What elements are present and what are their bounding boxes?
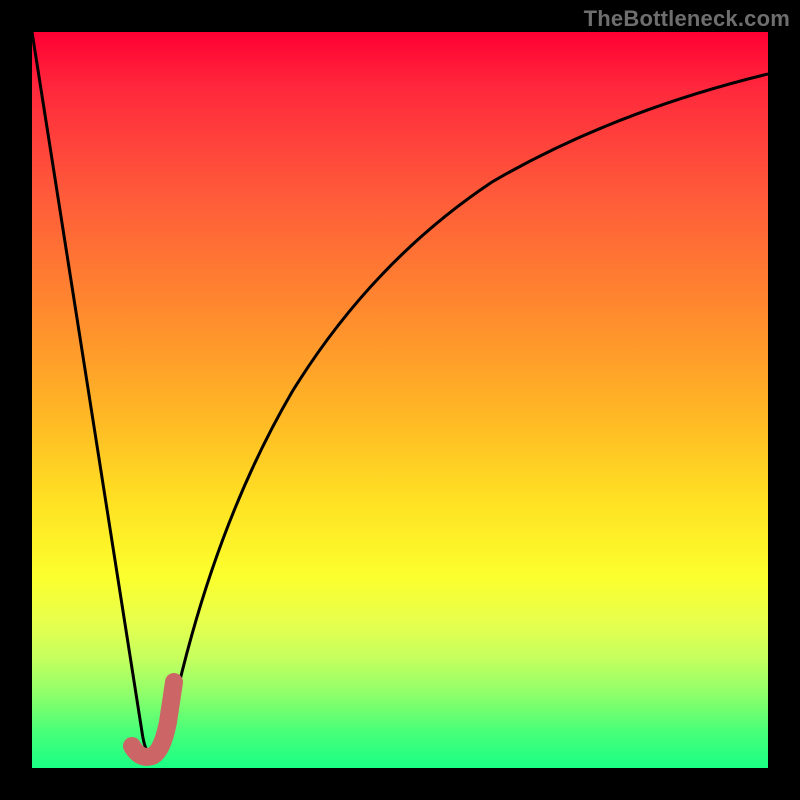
curve-svg — [32, 32, 768, 768]
plot-area — [32, 32, 768, 768]
chart-frame: TheBottleneck.com — [0, 0, 800, 800]
bottleneck-curve-path — [32, 32, 768, 757]
highlight-segment-path — [132, 682, 174, 757]
watermark-text: TheBottleneck.com — [584, 6, 790, 32]
